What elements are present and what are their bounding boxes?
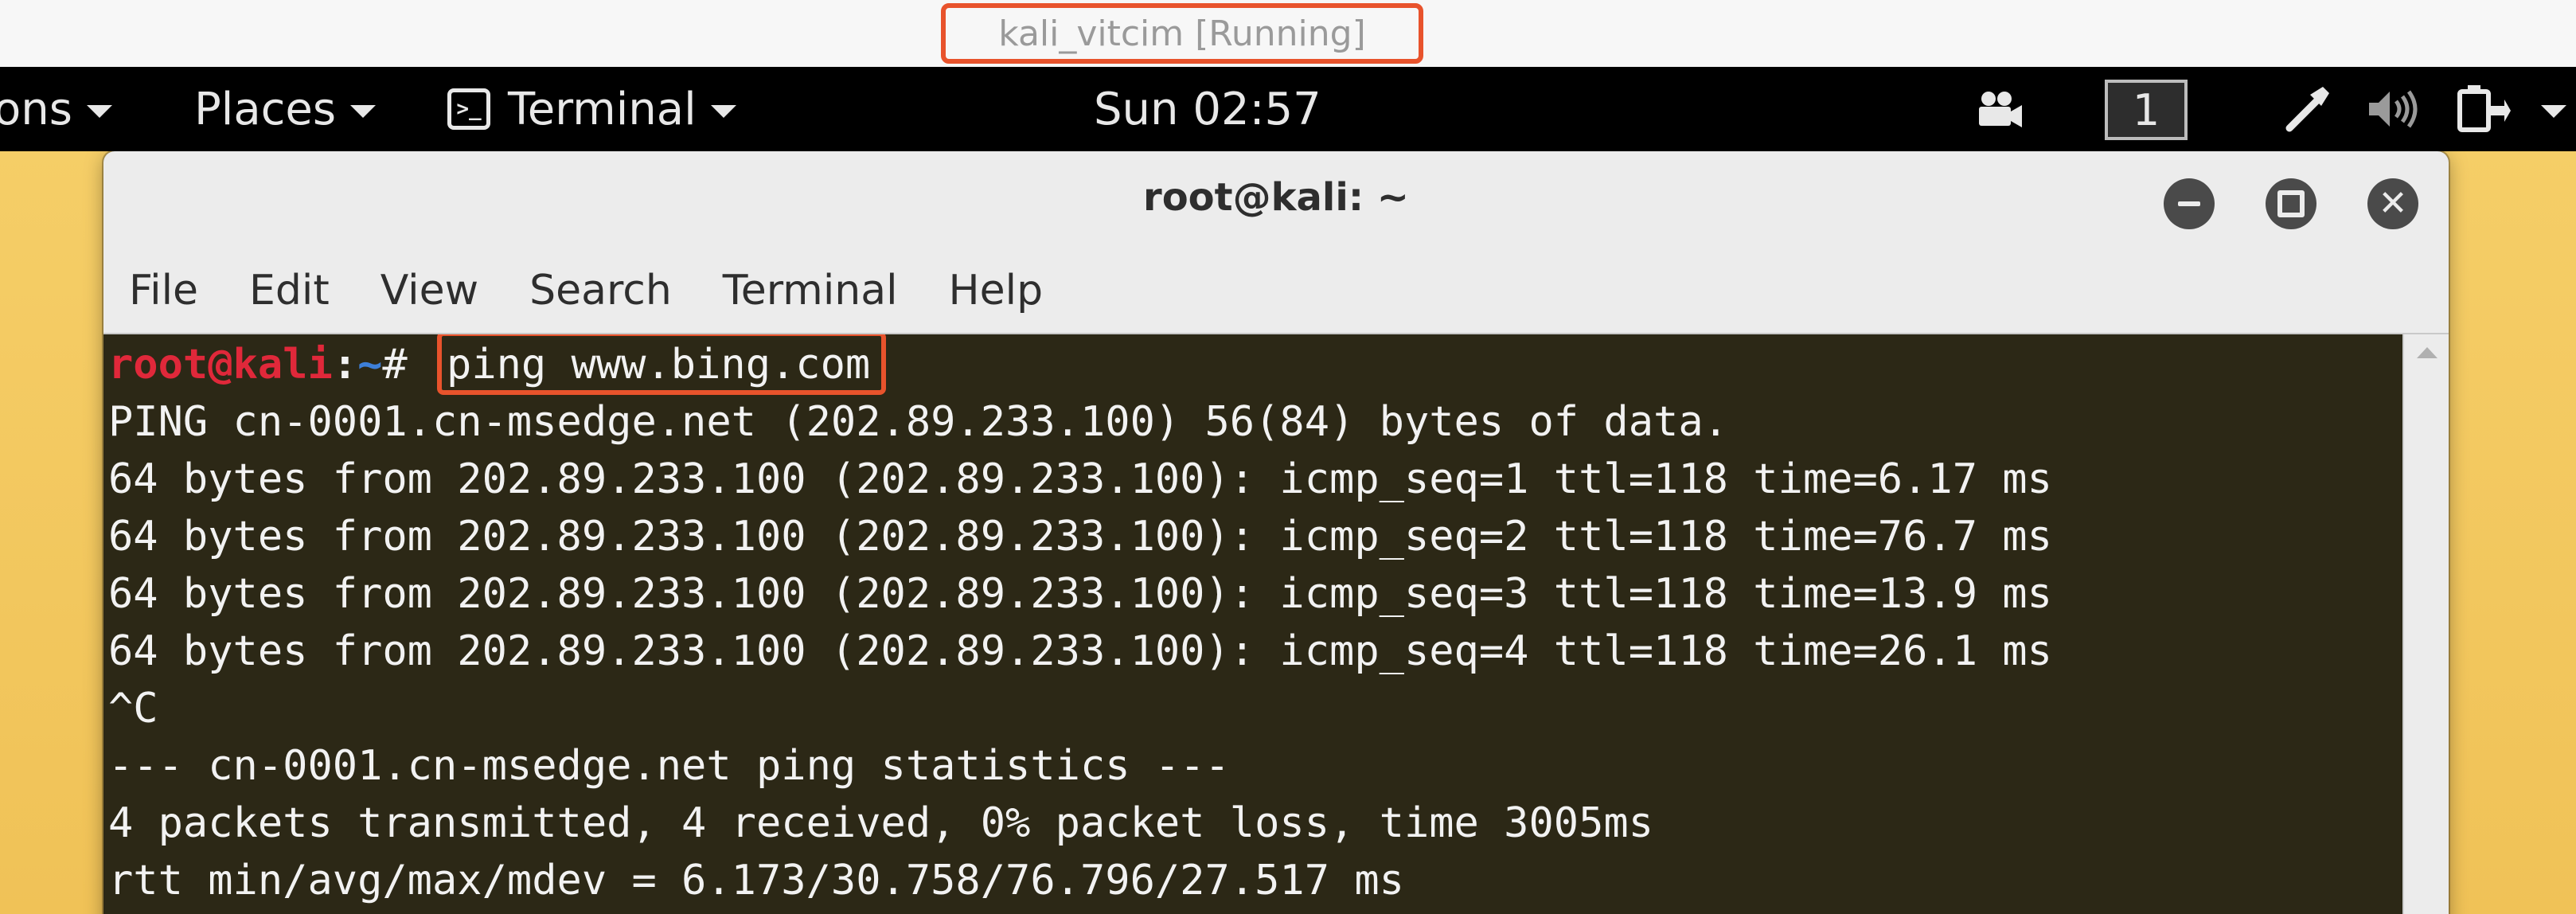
places-menu-label: Places	[194, 83, 337, 135]
output-line: --- cn-0001.cn-msedge.net ping statistic…	[108, 742, 1230, 790]
close-icon: ✕	[2378, 183, 2408, 224]
menu-view[interactable]: View	[381, 267, 478, 314]
prompt-user-host: root@kali	[108, 341, 333, 389]
output-line: rtt min/avg/max/mdev = 6.173/30.758/76.7…	[108, 857, 1404, 904]
prompt-directory: ~	[357, 341, 383, 389]
highlight-box-vm-title: kali_vitcim [Running]	[941, 3, 1423, 64]
output-line: ^C	[108, 685, 158, 732]
terminal-lines: root@kali:~# ping www.bing.com PING cn-0…	[108, 334, 2052, 909]
applications-menu-label: ons	[0, 83, 72, 135]
output-line: 64 bytes from 202.89.233.100 (202.89.233…	[108, 627, 2052, 675]
tools-icon[interactable]	[2281, 67, 2332, 151]
terminal-app-menu[interactable]: >_ Terminal	[447, 67, 736, 151]
minimize-button[interactable]	[2164, 178, 2215, 229]
video-camera-icon[interactable]	[1971, 67, 2027, 151]
output-line: 64 bytes from 202.89.233.100 (202.89.233…	[108, 570, 2052, 618]
gnome-top-bar: ons Places >_ Terminal Sun 02:57 1	[0, 67, 2576, 151]
clock-label: Sun 02:57	[1094, 83, 1321, 135]
terminal-icon: >_	[447, 88, 490, 130]
highlight-box-command: ping www.bing.com	[437, 334, 887, 395]
chevron-down-icon	[710, 105, 736, 118]
prompt-line: root@kali:~# ping www.bing.com	[108, 334, 2052, 395]
terminal-scrollbar[interactable]	[2402, 334, 2449, 914]
places-menu[interactable]: Places	[194, 67, 377, 151]
desktop: kali_vitcim [Running] ons Places >_ Term…	[0, 0, 2576, 914]
chevron-down-icon	[86, 105, 112, 118]
menu-file[interactable]: File	[129, 267, 198, 314]
menu-terminal[interactable]: Terminal	[723, 267, 898, 314]
maximize-button[interactable]	[2266, 178, 2316, 229]
prompt-separator: :	[332, 341, 358, 389]
terminal-window: root@kali: ~ ✕ File Edit View Search Ter…	[103, 151, 2449, 914]
host-window-titlebar: kali_vitcim [Running]	[0, 0, 2576, 68]
output-line: 64 bytes from 202.89.233.100 (202.89.233…	[108, 455, 2052, 503]
close-button[interactable]: ✕	[2367, 178, 2418, 229]
menu-help[interactable]: Help	[949, 267, 1044, 314]
menu-search[interactable]: Search	[529, 267, 672, 314]
volume-icon[interactable]	[2366, 67, 2422, 151]
power-icon[interactable]	[2455, 67, 2511, 151]
output-line: 4 packets transmitted, 4 received, 0% pa…	[108, 799, 1654, 847]
applications-menu[interactable]: ons	[0, 67, 112, 151]
clock[interactable]: Sun 02:57	[1094, 67, 1321, 151]
maximize-icon	[2277, 190, 2305, 217]
chevron-down-icon	[2541, 105, 2566, 118]
terminal-output[interactable]: root@kali:~# ping www.bing.com PING cn-0…	[103, 334, 2402, 914]
terminal-header: root@kali: ~ ✕ File Edit View Search Ter…	[103, 151, 2449, 334]
command-text: ping www.bing.com	[447, 341, 871, 389]
workspace-indicator[interactable]: 1	[2105, 80, 2188, 140]
prompt-symbol: #	[382, 341, 433, 389]
vm-window-title: kali_vitcim [Running]	[998, 13, 1366, 54]
workspace-number: 1	[2132, 84, 2160, 135]
output-line: PING cn-0001.cn-msedge.net (202.89.233.1…	[108, 398, 1728, 446]
scroll-up-icon[interactable]	[2417, 347, 2437, 358]
terminal-menubar: File Edit View Search Terminal Help	[103, 250, 1094, 331]
menu-edit[interactable]: Edit	[249, 267, 330, 314]
terminal-app-menu-label: Terminal	[508, 83, 697, 135]
output-line: 64 bytes from 202.89.233.100 (202.89.233…	[108, 513, 2052, 561]
terminal-window-title: root@kali: ~	[1143, 175, 1409, 220]
chevron-down-icon	[350, 105, 377, 118]
system-menu[interactable]	[2527, 67, 2566, 151]
minimize-icon	[2178, 201, 2200, 206]
